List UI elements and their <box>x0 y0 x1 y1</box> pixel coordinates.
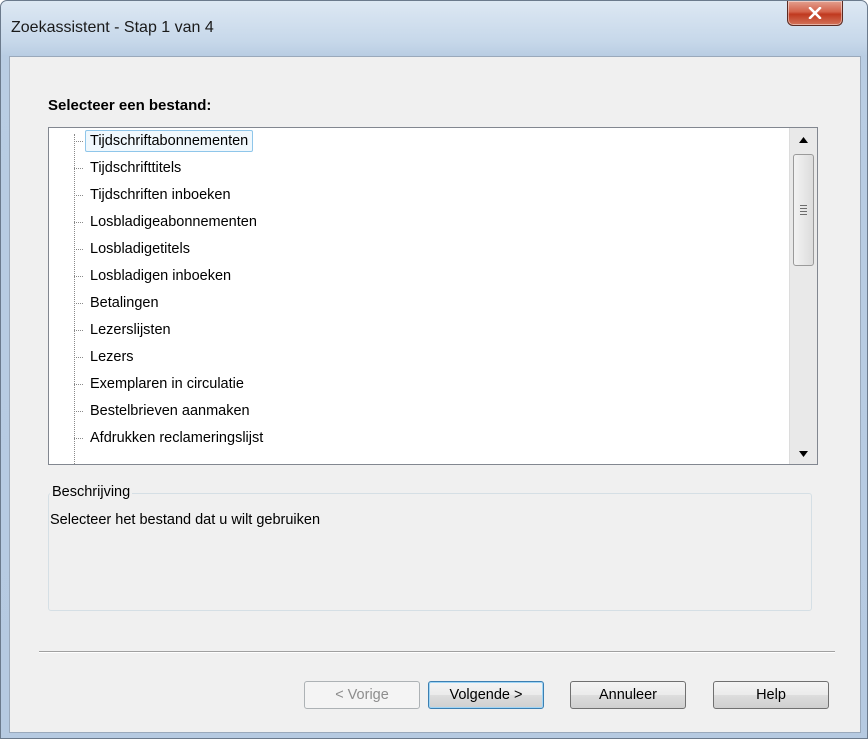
description-group: Beschrijving Selecteer het bestand dat u… <box>48 484 812 611</box>
tree-item[interactable]: Lezerslijsten <box>74 317 176 343</box>
tree-item[interactable]: Betalingen <box>74 290 164 316</box>
tree-item-label: Bestelbrieven aanmaken <box>90 403 250 419</box>
tree-item[interactable]: Bestelbrieven aanmaken <box>74 398 255 424</box>
scroll-up-button[interactable] <box>790 128 817 150</box>
next-button[interactable]: Volgende > <box>428 681 544 709</box>
previous-button[interactable]: < Vorige <box>304 681 420 709</box>
tree-item[interactable]: Losbladigen inboeken <box>74 263 236 289</box>
close-button[interactable] <box>787 1 843 26</box>
tree-item-label: Losbladigetitels <box>90 241 190 257</box>
file-tree[interactable]: Tijdschriftabonnementen Tijdschrifttitel… <box>48 127 818 465</box>
tree-item[interactable]: Losbladigetitels <box>74 236 195 262</box>
tree-item[interactable]: Lezers <box>74 344 139 370</box>
close-icon <box>808 7 822 19</box>
wizard-window: Zoekassistent - Stap 1 van 4 Selecteer e… <box>0 0 868 739</box>
tree-item[interactable]: Tijdschrifttitels <box>74 155 186 181</box>
arrow-down-icon <box>799 444 808 462</box>
tree-item-label: Losbladigeabonnementen <box>90 214 257 230</box>
tree-item-label: Lezerslijsten <box>90 322 171 338</box>
tree-item[interactable]: Afdrukken reclameringslijst <box>74 425 268 451</box>
cancel-button[interactable]: Annuleer <box>570 681 686 709</box>
window-title: Zoekassistent - Stap 1 van 4 <box>11 19 214 36</box>
separator-line <box>39 651 835 653</box>
tree-item-label: Betalingen <box>90 295 159 311</box>
select-file-label: Selecteer een bestand: <box>48 97 212 114</box>
tree-item-label: Losbladigen inboeken <box>90 268 232 284</box>
grip-icon <box>800 205 807 215</box>
title-bar[interactable]: Zoekassistent - Stap 1 van 4 <box>1 1 867 56</box>
scrollbar-thumb[interactable] <box>793 154 814 266</box>
vertical-scrollbar[interactable] <box>789 128 817 464</box>
tree-item-label: Tijdschriften inboeken <box>90 187 231 203</box>
tree-item-label: Exemplaren in circulatie <box>90 376 244 392</box>
arrow-up-icon <box>799 130 808 148</box>
tree-item[interactable]: Tijdschriftabonnementen <box>74 128 254 154</box>
tree-item[interactable]: Tijdschriften inboeken <box>74 182 236 208</box>
tree-item-label: Afdrukken reclameringslijst <box>90 430 264 446</box>
tree-item[interactable]: Exemplaren in circulatie <box>74 371 249 397</box>
description-legend: Beschrijving <box>50 484 133 500</box>
tree-item-label: Lezers <box>90 349 134 365</box>
tree-item[interactable]: Losbladigeabonnementen <box>74 209 262 235</box>
scroll-down-button[interactable] <box>790 442 817 464</box>
description-text: Selecteer het bestand dat u wilt gebruik… <box>50 512 321 528</box>
dialog-body: Selecteer een bestand: Tijdschriftabonne… <box>9 56 861 733</box>
help-button[interactable]: Help <box>713 681 829 709</box>
tree-content: Tijdschriftabonnementen Tijdschrifttitel… <box>49 128 789 464</box>
tree-item-label: Tijdschriftabonnementen <box>85 130 254 152</box>
tree-item-label: Tijdschrifttitels <box>90 160 182 176</box>
